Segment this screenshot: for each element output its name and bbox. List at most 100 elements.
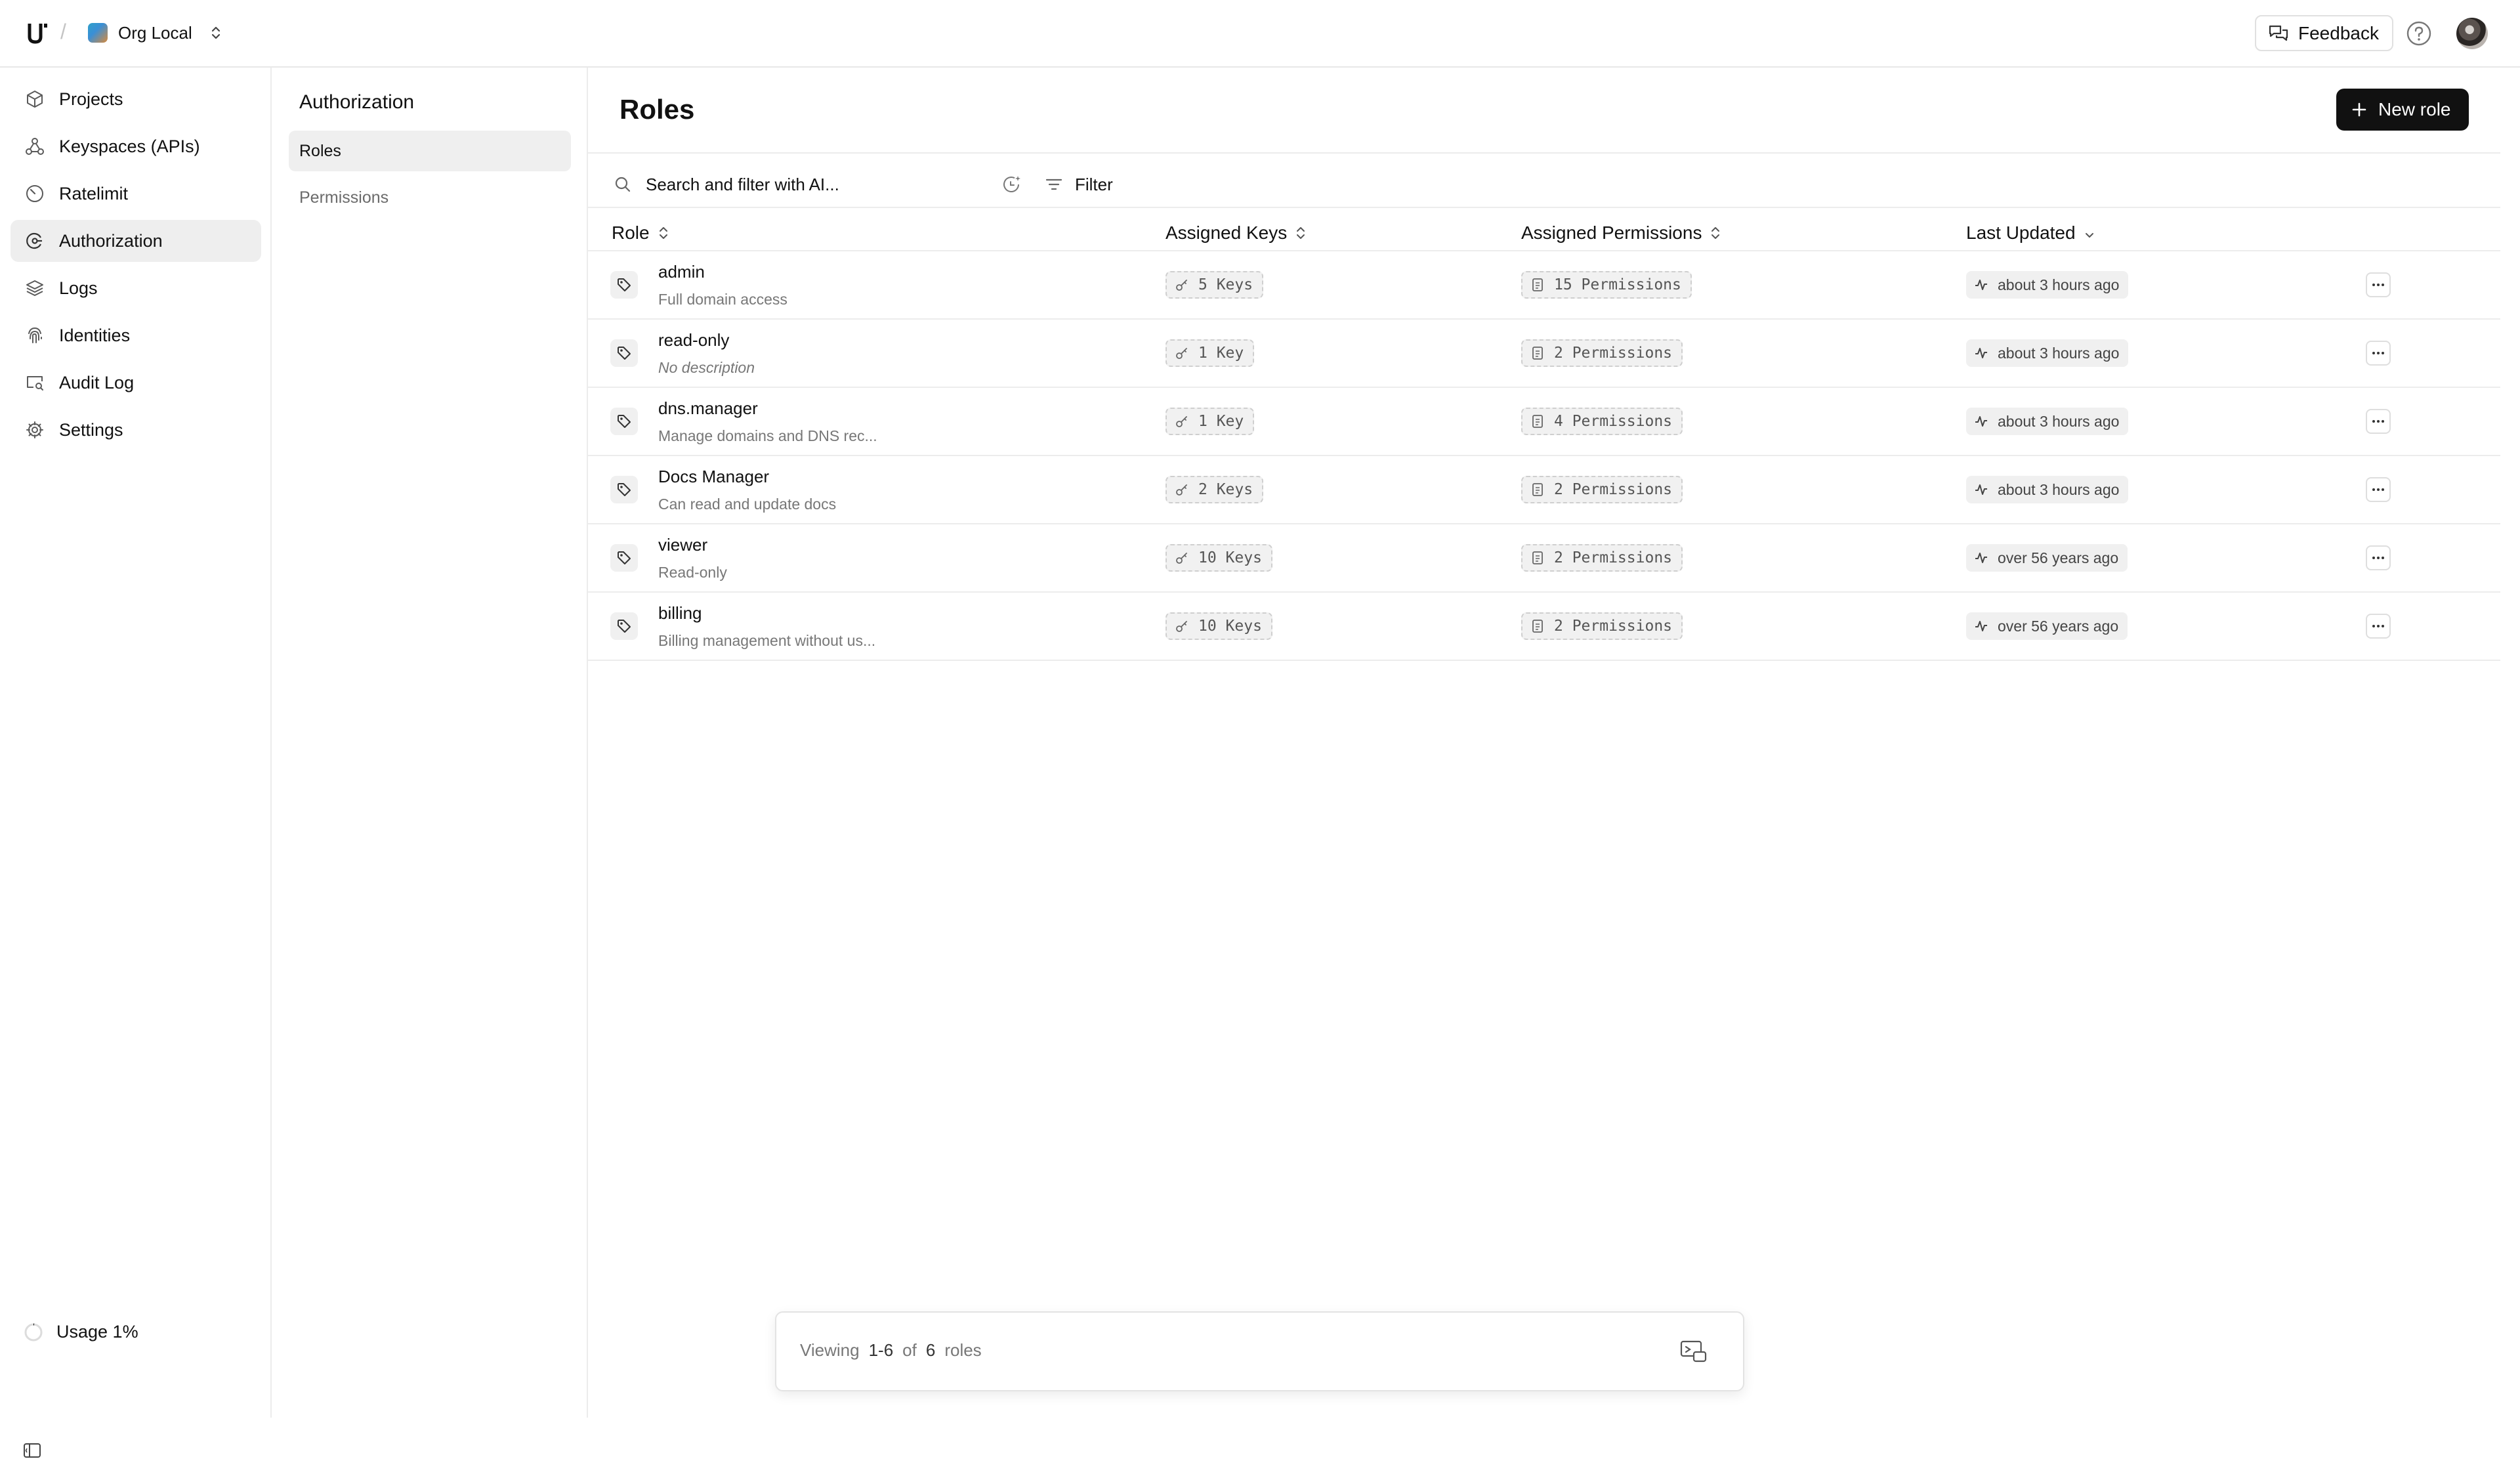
ellipsis-icon	[2372, 420, 2384, 423]
keys-badge[interactable]: 1 Key	[1166, 339, 1255, 367]
last-updated-badge: about 3 hours ago	[1966, 339, 2129, 367]
sort-icon	[1712, 227, 1720, 239]
keys-badge[interactable]: 10 Keys	[1166, 544, 1272, 572]
chevron-down-icon	[2085, 233, 2093, 238]
sidebar-item-label: Audit Log	[59, 372, 135, 392]
org-switcher[interactable]: Org Local	[83, 17, 229, 49]
column-header-assigned-keys[interactable]: Assigned Keys	[1166, 213, 1307, 253]
role-description: Manage domains and DNS rec...	[658, 427, 877, 444]
org-avatar	[88, 23, 108, 43]
column-header-label: Role	[612, 222, 650, 243]
fingerprint-icon	[28, 327, 42, 343]
column-header-last-updated[interactable]: Last Updated	[1966, 213, 2095, 253]
keys-count: 1 Key	[1198, 413, 1244, 430]
user-avatar[interactable]	[2456, 18, 2488, 49]
sidebar-item-label: Ratelimit	[59, 183, 129, 203]
row-actions-button[interactable]	[2366, 545, 2391, 570]
search-input[interactable]: Search and filter with AI...	[646, 175, 987, 195]
row-actions-button[interactable]	[2366, 477, 2391, 502]
activity-icon	[1975, 280, 1987, 290]
feedback-label: Feedback	[2298, 22, 2379, 43]
sidebar-item-ratelimit[interactable]: Ratelimit	[10, 173, 261, 215]
sidebar-item-label: Keyspaces (APIs)	[59, 136, 200, 156]
document-icon	[1532, 347, 1543, 360]
permissions-count: 15 Permissions	[1554, 276, 1681, 293]
last-updated-badge: about 3 hours ago	[1966, 271, 2129, 299]
permissions-badge[interactable]: 2 Permissions	[1521, 544, 1683, 572]
pagination-summary: Viewing 1-6 of 6 roles	[800, 1340, 982, 1361]
filter-button[interactable]: Filter	[1045, 165, 1113, 204]
permissions-badge[interactable]: 2 Permissions	[1521, 612, 1683, 640]
usage-indicator[interactable]: Usage 1%	[24, 1322, 138, 1342]
search-field[interactable]: Search and filter with AI...	[614, 165, 1041, 204]
table-row[interactable]: Docs Manager Can read and update docs 2 …	[588, 456, 2500, 524]
sidebar-item-settings[interactable]: Settings	[10, 409, 261, 451]
table-row[interactable]: billing Billing management without us...…	[588, 593, 2500, 661]
permissions-badge[interactable]: 2 Permissions	[1521, 339, 1683, 367]
role-description: Can read and update docs	[658, 496, 837, 513]
load-more-icon[interactable]	[1679, 1339, 1708, 1365]
permissions-count: 2 Permissions	[1554, 481, 1673, 498]
sidebar-collapse-icon[interactable]	[22, 1442, 42, 1459]
role-name: read-only	[658, 330, 730, 350]
permissions-count: 2 Permissions	[1554, 618, 1673, 635]
permissions-badge[interactable]: 4 Permissions	[1521, 408, 1683, 435]
authorization-subnav: Authorization Roles Permissions	[272, 68, 588, 1418]
document-icon	[1532, 278, 1543, 291]
table-row[interactable]: dns.manager Manage domains and DNS rec..…	[588, 388, 2500, 456]
sidebar-item-logs[interactable]: Logs	[10, 267, 261, 309]
table-row[interactable]: admin Full domain access 5 Keys 15 Permi…	[588, 251, 2500, 320]
activity-icon	[1975, 348, 1987, 358]
tag-icon	[610, 544, 638, 572]
column-header-label: Assigned Permissions	[1521, 222, 1702, 243]
row-actions-button[interactable]	[2366, 341, 2391, 366]
sidebar-item-projects[interactable]: Projects	[10, 78, 261, 120]
keys-badge[interactable]: 2 Keys	[1166, 476, 1264, 503]
table-row[interactable]: read-only No description 1 Key 2 Permiss…	[588, 320, 2500, 388]
row-actions-button[interactable]	[2366, 614, 2391, 639]
ellipsis-icon	[2372, 352, 2384, 354]
activity-icon	[1975, 621, 1987, 631]
ai-refresh-icon[interactable]	[1001, 174, 1022, 195]
keys-badge[interactable]: 5 Keys	[1166, 271, 1264, 299]
column-header-label: Assigned Keys	[1166, 222, 1288, 243]
feedback-button[interactable]: Feedback	[2255, 15, 2393, 51]
help-circle-icon[interactable]	[2406, 20, 2432, 47]
sort-icon	[1297, 227, 1305, 239]
filter-label: Filter	[1075, 174, 1113, 194]
last-updated-badge: over 56 years ago	[1966, 612, 2128, 640]
row-actions-button[interactable]	[2366, 409, 2391, 434]
column-header-label: Last Updated	[1966, 222, 2076, 243]
sidebar-item-audit-log[interactable]: Audit Log	[10, 362, 261, 404]
document-icon	[1532, 620, 1543, 633]
permissions-badge[interactable]: 2 Permissions	[1521, 476, 1683, 503]
sidebar-item-identities[interactable]: Identities	[10, 314, 261, 356]
key-icon	[1176, 416, 1187, 427]
unkey-logo-icon[interactable]	[26, 21, 49, 45]
sort-icon	[659, 227, 667, 239]
table-row[interactable]: viewer Read-only 10 Keys 2 Permissions o…	[588, 524, 2500, 593]
top-bar: / Org Local Feedback	[0, 0, 2520, 68]
role-name: Docs Manager	[658, 467, 770, 486]
tag-icon	[610, 339, 638, 367]
document-icon	[1532, 415, 1543, 428]
sidebar-item-authorization[interactable]: Authorization	[10, 220, 261, 262]
permissions-badge[interactable]: 15 Permissions	[1521, 271, 1692, 299]
row-actions-button[interactable]	[2366, 272, 2391, 297]
sidebar-item-keyspaces[interactable]: Keyspaces (APIs)	[10, 125, 261, 167]
tag-icon	[610, 612, 638, 640]
chevron-up-down-icon	[211, 26, 220, 39]
key-icon	[1176, 553, 1187, 564]
plus-icon	[2352, 102, 2366, 117]
keys-badge[interactable]: 10 Keys	[1166, 612, 1272, 640]
key-icon	[1176, 348, 1187, 359]
new-role-label: New role	[2378, 99, 2451, 119]
last-updated: about 3 hours ago	[1998, 276, 2120, 293]
subnav-item-permissions[interactable]: Permissions	[289, 177, 571, 218]
column-header-role[interactable]: Role	[612, 213, 669, 253]
new-role-button[interactable]: New role	[2336, 89, 2469, 131]
subnav-item-roles[interactable]: Roles	[289, 131, 571, 171]
keys-badge[interactable]: 1 Key	[1166, 408, 1255, 435]
monitor-search-icon	[27, 376, 43, 391]
column-header-assigned-permissions[interactable]: Assigned Permissions	[1521, 213, 1721, 253]
